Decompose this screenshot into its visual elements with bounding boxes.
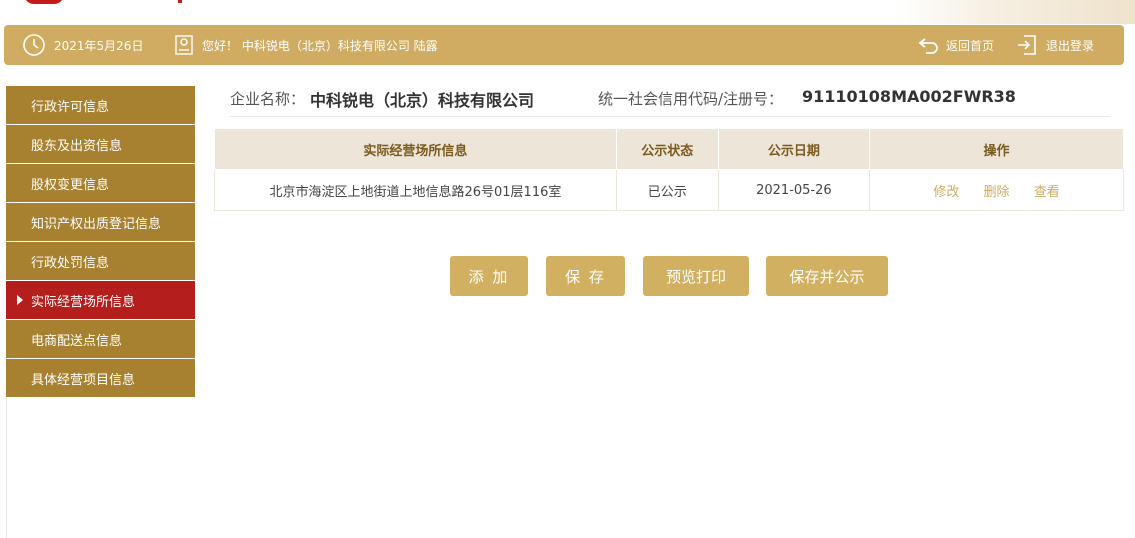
sidebar-item-admin-penalty[interactable]: 行政处罚信息 — [6, 242, 195, 280]
company-name: 中科锐电（北京）科技有限公司 — [310, 91, 535, 110]
logout-link[interactable]: 退出登录 — [1016, 25, 1094, 65]
cell-address: 北京市海淀区上地街道上地信息路26号01层116室 — [214, 169, 617, 211]
logout-label: 退出登录 — [1046, 38, 1095, 53]
cell-status: 已公示 — [615, 169, 719, 211]
table-row: 北京市海淀区上地街道上地信息路26号01层116室 已公示 2021-05-26… — [214, 169, 1124, 211]
back-home-link[interactable]: 返回首页 — [918, 25, 994, 65]
banner-decoration — [895, 0, 1135, 24]
back-home-label: 返回首页 — [946, 38, 995, 53]
date-display: 2021年5月26日 — [22, 25, 143, 65]
sidebar-item-label: 知识产权出质登记信息 — [31, 216, 162, 232]
sidebar-item-equity-change[interactable]: 股权变更信息 — [6, 164, 195, 202]
user-badge-icon — [175, 35, 193, 55]
banner-mark — [178, 0, 182, 3]
sidebar-item-business-projects[interactable]: 具体经营项目信息 — [6, 359, 195, 397]
premises-table: 实际经营场所信息 公示状态 公示日期 操作 北京市海淀区上地街道上地信息路26号… — [214, 128, 1124, 211]
col-header-address: 实际经营场所信息 — [214, 128, 617, 170]
sidebar-item-admin-license[interactable]: 行政许可信息 — [6, 86, 195, 124]
sidebar-item-label: 具体经营项目信息 — [31, 372, 136, 388]
col-header-date: 公示日期 — [717, 128, 871, 170]
caret-right-icon — [17, 295, 23, 305]
sidebar-item-label: 行政许可信息 — [31, 99, 110, 115]
sidebar-divider — [6, 398, 7, 538]
company-name-label: 企业名称： — [230, 90, 306, 108]
sidebar-item-label: 股东及出资信息 — [31, 138, 123, 154]
sidebar-nav: 行政许可信息 股东及出资信息 股权变更信息 知识产权出质登记信息 行政处罚信息 … — [6, 86, 195, 398]
greeting-text: 您好！ 中科锐电（北京）科技有限公司 陆露 — [202, 38, 438, 53]
clock-icon — [23, 34, 45, 56]
top-banner — [0, 0, 1135, 24]
sidebar-item-business-premises[interactable]: 实际经营场所信息 — [6, 281, 195, 319]
save-button[interactable]: 保 存 — [546, 256, 625, 296]
sidebar-item-label: 实际经营场所信息 — [31, 294, 136, 310]
credit-code-label: 统一社会信用代码/注册号： — [598, 90, 784, 108]
company-info: 企业名称： 中科锐电（北京）科技有限公司 统一社会信用代码/注册号： 91110… — [230, 86, 1110, 117]
delete-link[interactable]: 删除 — [984, 185, 1010, 200]
col-header-status: 公示状态 — [615, 128, 719, 170]
col-header-actions: 操作 — [869, 128, 1124, 170]
date-text: 2021年5月26日 — [54, 38, 144, 53]
credit-code: 91110108MA002FWR38 — [802, 87, 1016, 106]
sidebar-item-label: 行政处罚信息 — [31, 255, 110, 271]
cell-date: 2021-05-26 — [717, 169, 871, 211]
save-publish-button[interactable]: 保存并公示 — [766, 256, 888, 296]
sidebar-item-ip-pledge[interactable]: 知识产权出质登记信息 — [6, 203, 195, 241]
sidebar-item-label: 电商配送点信息 — [31, 333, 123, 349]
preview-print-button[interactable]: 预览打印 — [643, 256, 749, 296]
view-link[interactable]: 查看 — [1034, 185, 1060, 200]
header-bar: 2021年5月26日 您好！ 中科锐电（北京）科技有限公司 陆露 返回首页 退出… — [4, 25, 1124, 65]
return-icon — [918, 38, 938, 54]
sidebar-item-label: 股权变更信息 — [31, 177, 110, 193]
sidebar-item-shareholders[interactable]: 股东及出资信息 — [6, 125, 195, 163]
table-header-row: 实际经营场所信息 公示状态 公示日期 操作 — [214, 128, 1124, 170]
logo-fragment — [24, 0, 64, 4]
logout-icon — [1018, 35, 1036, 55]
edit-link[interactable]: 修改 — [933, 185, 959, 200]
user-greeting: 您好！ 中科锐电（北京）科技有限公司 陆露 — [174, 25, 438, 65]
add-button[interactable]: 添 加 — [450, 256, 528, 296]
sidebar-item-ecommerce-delivery[interactable]: 电商配送点信息 — [6, 320, 195, 358]
cell-actions: 修改 删除 查看 — [869, 169, 1124, 211]
